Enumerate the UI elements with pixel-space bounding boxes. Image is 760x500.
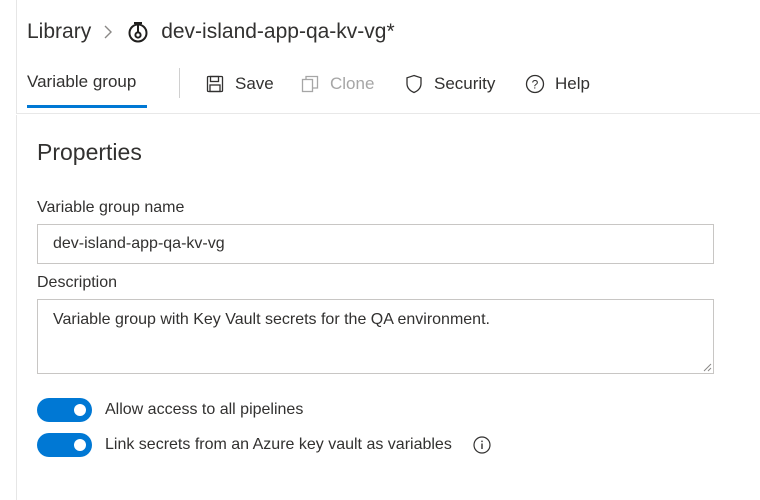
allow-access-toggle[interactable] xyxy=(37,398,92,422)
tab-variable-group-label: Variable group xyxy=(27,72,137,91)
link-keyvault-toggle-row: Link secrets from an Azure key vault as … xyxy=(37,433,491,457)
variable-group-title: dev-island-app-qa-kv-vg* xyxy=(161,20,395,43)
resize-grip-icon[interactable] xyxy=(702,362,712,372)
clone-label: Clone xyxy=(330,74,375,93)
breadcrumb-library-link[interactable]: Library xyxy=(27,20,91,44)
link-keyvault-toggle[interactable] xyxy=(37,433,92,457)
clone-icon xyxy=(300,74,320,94)
description-textarea[interactable]: Variable group with Key Vault secrets fo… xyxy=(37,299,714,374)
description-label: Description xyxy=(37,274,118,291)
toolbar-divider xyxy=(179,68,180,98)
toolbar: Variable group Save Clone Security ? Hel… xyxy=(17,62,760,110)
help-label: Help xyxy=(555,74,590,93)
help-button[interactable]: ? Help xyxy=(525,70,590,98)
clone-button[interactable]: Clone xyxy=(300,70,374,98)
breadcrumb: Library dev-island-app-qa-kv-vg* xyxy=(27,17,395,47)
variable-group-name-label: Variable group name xyxy=(37,199,185,216)
save-icon xyxy=(205,74,225,94)
variable-group-icon xyxy=(127,21,149,43)
chevron-right-icon xyxy=(103,24,113,40)
active-tab-indicator xyxy=(27,105,147,108)
page-header: Library dev-island-app-qa-kv-vg* Variabl… xyxy=(16,0,760,114)
link-keyvault-label: Link secrets from an Azure key vault as … xyxy=(105,436,452,453)
security-button[interactable]: Security xyxy=(404,70,495,98)
help-icon: ? xyxy=(525,74,545,94)
toggle-knob xyxy=(74,439,86,451)
save-label: Save xyxy=(235,74,274,93)
save-button[interactable]: Save xyxy=(205,70,274,98)
variable-group-name-input[interactable] xyxy=(37,224,714,264)
security-label: Security xyxy=(434,74,496,93)
tab-variable-group[interactable]: Variable group xyxy=(27,62,136,110)
properties-heading: Properties xyxy=(37,139,142,165)
shield-icon xyxy=(404,74,424,94)
toggle-knob xyxy=(74,404,86,416)
svg-text:?: ? xyxy=(532,78,539,92)
allow-access-label: Allow access to all pipelines xyxy=(105,401,304,418)
allow-access-toggle-row: Allow access to all pipelines xyxy=(37,398,303,422)
properties-panel: Properties Variable group name Descripti… xyxy=(16,115,760,500)
info-icon[interactable] xyxy=(473,436,491,454)
